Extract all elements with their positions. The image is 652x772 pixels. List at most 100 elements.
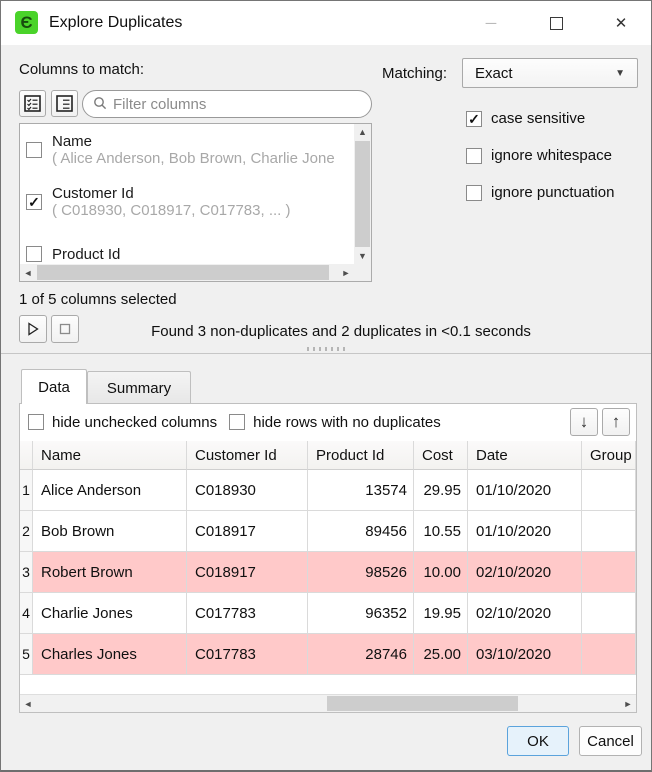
table-header-row: Name Customer Id Product Id Cost Date Gr… <box>20 441 636 470</box>
cell-product-id: 98526 <box>308 552 414 593</box>
cell-cost: 29.95 <box>414 470 468 511</box>
data-tab-pane: hide unchecked columns hide rows with no… <box>19 403 637 713</box>
header-corner <box>20 441 33 470</box>
cell-date: 02/10/2020 <box>468 552 582 593</box>
tab-summary[interactable]: Summary <box>87 371 191 404</box>
scroll-down-icon[interactable]: ▼ <box>354 248 371 264</box>
close-button[interactable]: ✕ <box>599 1 643 45</box>
table-row[interactable]: 3 Robert Brown C018917 98526 10.00 02/10… <box>20 552 636 593</box>
arrow-down-icon: ↓ <box>580 412 589 432</box>
cell-customer-id: C017783 <box>187 593 308 634</box>
ignore-punctuation-option[interactable]: ignore punctuation <box>466 184 614 201</box>
minimize-button[interactable]: ─ <box>469 1 513 45</box>
cell-name: Bob Brown <box>33 511 187 552</box>
cell-customer-id: C018930 <box>187 470 308 511</box>
scrollbar-thumb[interactable] <box>355 141 370 247</box>
cell-product-id: 13574 <box>308 470 414 511</box>
previous-duplicate-button[interactable]: ↑ <box>602 408 630 436</box>
maximize-button[interactable] <box>534 1 578 45</box>
cell-cost: 10.55 <box>414 511 468 552</box>
explore-duplicates-dialog: Є Explore Duplicates ─ ✕ Columns to matc… <box>0 0 652 772</box>
cell-customer-id: C018917 <box>187 552 308 593</box>
matching-selected-value: Exact <box>475 65 513 82</box>
column-item-customer-id[interactable]: ✓ Customer Id ( C018930, C018917, C01778… <box>20 176 354 228</box>
scroll-up-icon[interactable]: ▲ <box>354 124 371 140</box>
check-all-columns-button[interactable] <box>19 90 46 117</box>
column-checkbox-customer-id[interactable]: ✓ <box>26 194 42 210</box>
ignore-punctuation-checkbox[interactable] <box>466 185 482 201</box>
cell-name: Charlie Jones <box>33 593 187 634</box>
matching-dropdown[interactable]: Exact ▼ <box>462 58 638 88</box>
filter-columns-input[interactable] <box>113 96 361 113</box>
filter-columns-field[interactable] <box>82 90 372 118</box>
column-header: Name <box>33 441 187 470</box>
hide-unchecked-columns-option[interactable]: hide unchecked columns <box>28 414 217 431</box>
app-logo-icon: Є <box>15 11 38 34</box>
columns-selected-status: 1 of 5 columns selected <box>19 291 177 308</box>
scroll-right-icon[interactable]: ► <box>338 264 354 281</box>
next-duplicate-button[interactable]: ↓ <box>570 408 598 436</box>
arrow-up-icon: ↑ <box>612 412 621 432</box>
splitter-line[interactable] <box>1 353 651 354</box>
column-sample: ( C018930, C018917, C017783, ... ) <box>52 202 352 219</box>
run-button[interactable] <box>19 315 47 343</box>
stop-button[interactable] <box>51 315 79 343</box>
column-item-product-id[interactable]: Product Id <box>20 228 354 264</box>
cell-group <box>582 552 636 593</box>
cell-group <box>582 634 636 675</box>
row-number: 4 <box>20 593 33 634</box>
data-table: Name Customer Id Product Id Cost Date Gr… <box>20 441 636 675</box>
tab-summary-label: Summary <box>107 380 171 397</box>
hide-unchecked-columns-checkbox[interactable] <box>28 414 44 430</box>
columns-list-content: Name ( Alice Anderson, Bob Brown, Charli… <box>20 124 354 264</box>
table-row[interactable]: 2 Bob Brown C018917 89456 10.55 01/10/20… <box>20 511 636 552</box>
cell-date: 03/10/2020 <box>468 634 582 675</box>
cell-customer-id: C018917 <box>187 511 308 552</box>
table-row[interactable]: 4 Charlie Jones C017783 96352 19.95 02/1… <box>20 593 636 634</box>
titlebar: Є Explore Duplicates ─ ✕ <box>1 1 651 45</box>
check-all-icon <box>24 95 41 112</box>
table-row[interactable]: 1 Alice Anderson C018930 13574 29.95 01/… <box>20 470 636 511</box>
row-number: 2 <box>20 511 33 552</box>
scrollbar-thumb[interactable] <box>37 265 329 280</box>
table-row[interactable]: 5 Charles Jones C017783 28746 25.00 03/1… <box>20 634 636 675</box>
columns-list-horizontal-scrollbar[interactable]: ◄ ► <box>20 264 354 281</box>
stop-icon <box>59 323 71 335</box>
cell-cost: 10.00 <box>414 552 468 593</box>
column-checkbox-name[interactable] <box>26 142 42 158</box>
splitter-handle[interactable] <box>307 347 347 351</box>
uncheck-all-columns-button[interactable] <box>51 90 78 117</box>
cell-name: Charles Jones <box>33 634 187 675</box>
cancel-button[interactable]: Cancel <box>579 726 642 756</box>
table-horizontal-scrollbar[interactable]: ◄ ► <box>20 694 636 712</box>
cell-date: 02/10/2020 <box>468 593 582 634</box>
case-sensitive-checkbox[interactable]: ✓ <box>466 111 482 127</box>
column-item-name[interactable]: Name ( Alice Anderson, Bob Brown, Charli… <box>20 124 354 176</box>
scroll-left-icon[interactable]: ◄ <box>20 264 36 281</box>
case-sensitive-option[interactable]: ✓ case sensitive <box>466 110 585 127</box>
columns-to-match-label: Columns to match: <box>19 61 144 78</box>
scroll-left-icon[interactable]: ◄ <box>20 695 36 712</box>
hide-rows-no-duplicates-checkbox[interactable] <box>229 414 245 430</box>
tab-data[interactable]: Data <box>21 369 87 404</box>
hide-rows-no-duplicates-option[interactable]: hide rows with no duplicates <box>229 414 441 431</box>
scroll-right-icon[interactable]: ► <box>620 695 636 712</box>
cell-date: 01/10/2020 <box>468 511 582 552</box>
uncheck-all-icon <box>56 95 73 112</box>
ignore-whitespace-option[interactable]: ignore whitespace <box>466 147 612 164</box>
column-header: Group <box>582 441 636 470</box>
columns-list-vertical-scrollbar[interactable]: ▲ ▼ <box>354 124 371 264</box>
cell-group <box>582 470 636 511</box>
ignore-whitespace-checkbox[interactable] <box>466 148 482 164</box>
result-status-text: Found 3 non-duplicates and 2 duplicates … <box>101 323 581 340</box>
cell-product-id: 89456 <box>308 511 414 552</box>
scrollbar-thumb[interactable] <box>327 696 518 711</box>
matching-label: Matching: <box>382 65 447 82</box>
search-icon <box>93 96 107 113</box>
ignore-whitespace-label: ignore whitespace <box>491 147 612 164</box>
ok-button[interactable]: OK <box>507 726 569 756</box>
column-checkbox-product-id[interactable] <box>26 246 42 262</box>
cancel-label: Cancel <box>587 733 634 750</box>
cell-customer-id: C017783 <box>187 634 308 675</box>
cell-product-id: 96352 <box>308 593 414 634</box>
